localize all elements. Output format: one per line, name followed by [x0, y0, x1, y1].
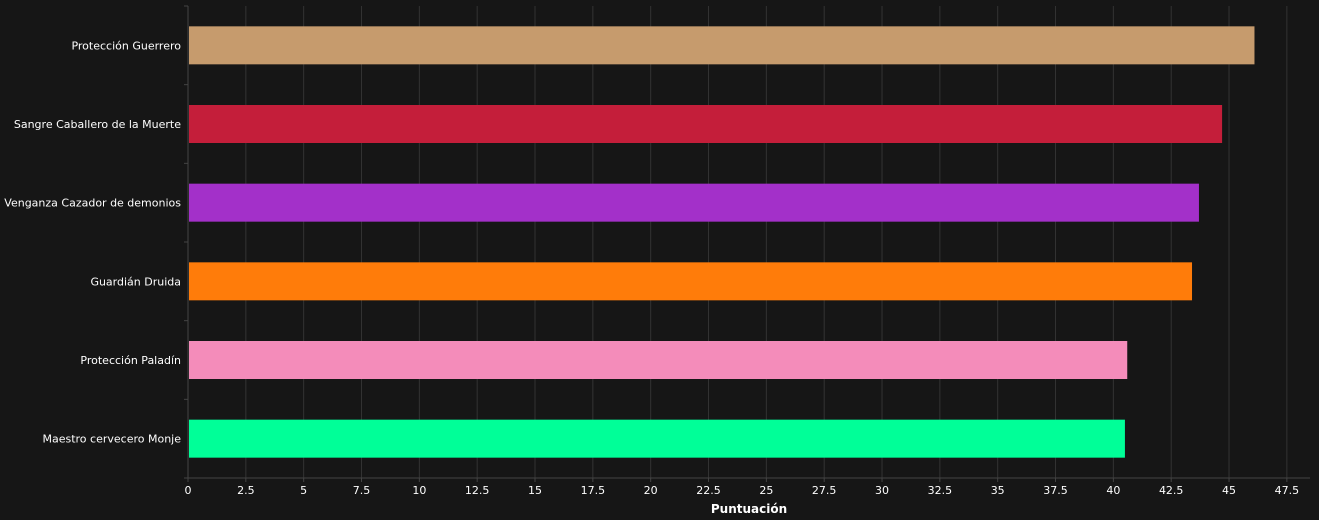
category-label: Protección Guerrero: [71, 39, 181, 52]
chart-container: Protección Guerrero Sangre Caballero de l…: [0, 0, 1319, 520]
bar[interactable]: [189, 419, 1125, 458]
x-tick-label: 42.5: [1159, 484, 1184, 497]
x-axis-title: Puntuación: [711, 502, 787, 516]
category-label: Protección Paladín: [80, 354, 181, 367]
x-tick-label: 40: [1106, 484, 1120, 497]
x-tick-label: 30: [875, 484, 889, 497]
x-tick-label: 22.5: [696, 484, 721, 497]
category-label: Guardián Druida: [90, 275, 181, 288]
x-tick-label: 7.5: [353, 484, 371, 497]
bar[interactable]: [189, 26, 1255, 65]
grid-lines: [245, 6, 1288, 478]
x-tick-label: 17.5: [581, 484, 606, 497]
bar-chart: Protección Guerrero Sangre Caballero de l…: [4, 5, 1310, 516]
category-labels: Protección Guerrero Sangre Caballero de l…: [4, 39, 181, 445]
bar[interactable]: [189, 262, 1193, 301]
x-tick-label: 10: [412, 484, 426, 497]
x-tick-label: 47.5: [1275, 484, 1300, 497]
x-tick-label: 12.5: [465, 484, 490, 497]
x-tick-label: 32.5: [928, 484, 953, 497]
bar[interactable]: [189, 105, 1223, 143]
x-tick-label: 37.5: [1043, 484, 1068, 497]
x-tick-label: 20: [644, 484, 658, 497]
category-label: Sangre Caballero de la Muerte: [14, 118, 181, 131]
x-tick-label: 35: [991, 484, 1005, 497]
x-tick-label: 45: [1222, 484, 1236, 497]
x-tick-label: 27.5: [812, 484, 837, 497]
axes: [184, 5, 1310, 482]
x-tick-label: 5: [300, 484, 307, 497]
category-label: Maestro cervecero Monje: [42, 433, 181, 446]
x-tick-label: 2.5: [237, 484, 255, 497]
bars: [189, 26, 1255, 458]
category-label: Venganza Cazador de demonios: [4, 197, 181, 210]
x-tick-label: 0: [185, 484, 192, 497]
bar[interactable]: [189, 341, 1128, 379]
x-tick-labels: 0 2.5 5 7.5 10 12.5 15 17.5 20 22.5 25 27.5 30 32.5 35…: [185, 484, 1300, 497]
bar[interactable]: [189, 183, 1199, 222]
x-tick-label: 15: [528, 484, 542, 497]
x-tick-label: 25: [759, 484, 773, 497]
